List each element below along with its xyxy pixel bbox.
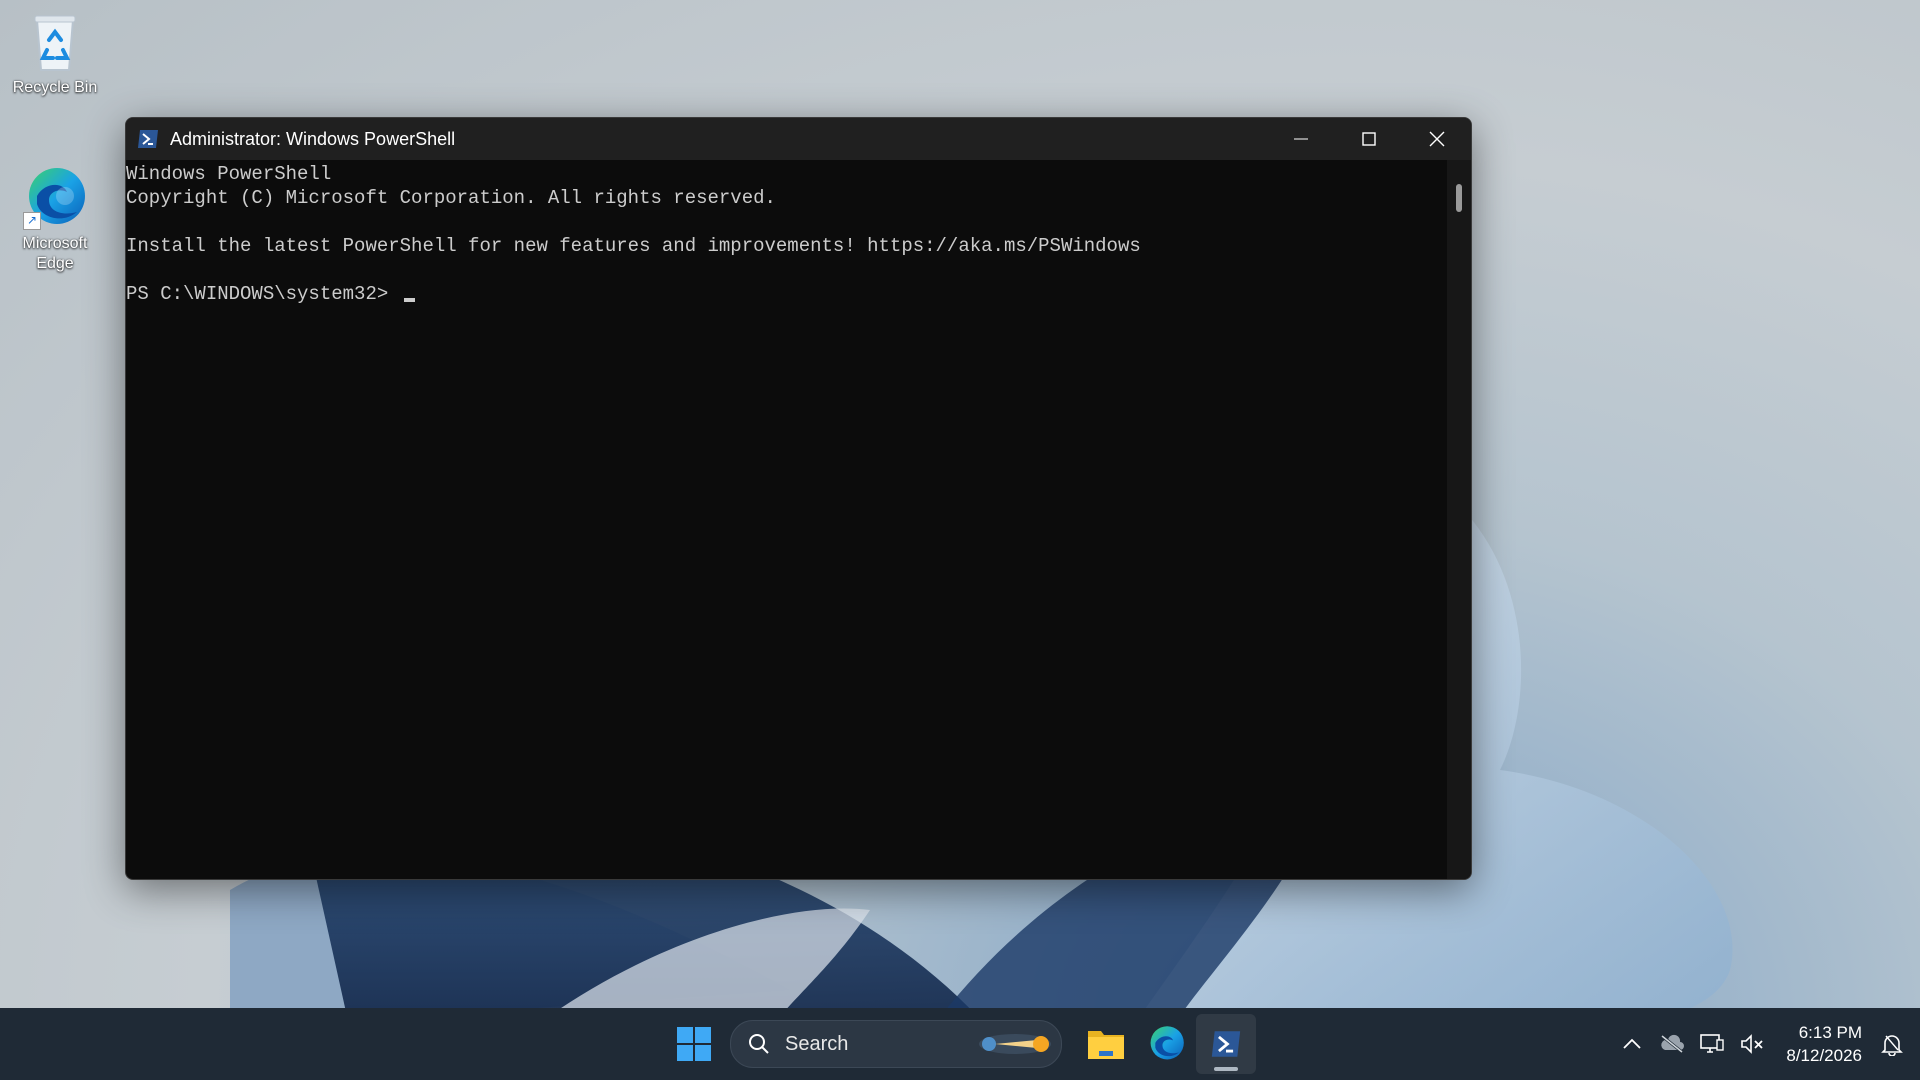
title-bar[interactable]: Administrator: Windows PowerShell [126, 118, 1471, 160]
prompt-line[interactable]: PS C:\WINDOWS\system32> [126, 282, 1447, 306]
window-title: Administrator: Windows PowerShell [170, 128, 456, 149]
search-icon [749, 1034, 769, 1054]
file-explorer-icon [1088, 1031, 1124, 1059]
chevron-up-icon [1623, 1038, 1641, 1049]
volume-button[interactable] [1734, 1026, 1770, 1062]
close-icon [1429, 131, 1445, 147]
search-box[interactable]: Search [730, 1020, 1062, 1068]
console-line: Windows PowerShell [126, 163, 332, 185]
onedrive-offline-icon [1661, 1034, 1685, 1054]
minimize-button[interactable] [1267, 118, 1335, 160]
powershell-icon [1211, 1031, 1241, 1057]
close-button[interactable] [1403, 118, 1471, 160]
edge-icon [1150, 1026, 1184, 1060]
recycle-bin-icon [23, 10, 87, 74]
system-tray: 6:13 PM 8/12/2026 [1612, 1008, 1920, 1080]
powershell-window[interactable]: Administrator: Windows PowerShell Window… [125, 117, 1472, 880]
start-icon [677, 1027, 711, 1061]
start-button[interactable] [664, 1014, 724, 1074]
show-hidden-icons-button[interactable] [1614, 1026, 1650, 1062]
maximize-button[interactable] [1335, 118, 1403, 160]
console-output[interactable]: Windows PowerShell Copyright (C) Microso… [126, 160, 1447, 879]
powershell-taskbar-button[interactable] [1196, 1014, 1256, 1074]
recycle-bin-desktop-icon[interactable]: Recycle Bin [7, 10, 103, 98]
recycle-bin-label: Recycle Bin [12, 79, 98, 96]
clock-time: 6:13 PM [1798, 1023, 1862, 1042]
edge-desktop-label: Microsoft Edge [22, 235, 88, 272]
taskbar-center: Search [664, 1008, 1256, 1080]
search-highlight-icon [979, 1034, 1051, 1054]
file-explorer-button[interactable] [1076, 1014, 1136, 1074]
search-placeholder: Search [785, 1032, 849, 1055]
powershell-icon [138, 130, 158, 148]
edge-icon: ↗ [23, 166, 87, 230]
notifications-button[interactable] [1874, 1026, 1910, 1062]
console-line: Install the latest PowerShell for new fe… [126, 235, 1141, 257]
minimize-icon [1294, 138, 1308, 140]
console-line: Copyright (C) Microsoft Corporation. All… [126, 187, 776, 209]
clock[interactable]: 6:13 PM 8/12/2026 [1786, 1021, 1862, 1067]
edge-desktop-icon[interactable]: ↗ Microsoft Edge [7, 166, 103, 274]
edge-taskbar-button[interactable] [1136, 1014, 1196, 1074]
maximize-icon [1362, 132, 1376, 146]
prompt-text: PS C:\WINDOWS\system32> [126, 283, 400, 305]
volume-muted-icon [1741, 1034, 1763, 1054]
scrollbar[interactable] [1447, 160, 1471, 879]
text-cursor [403, 298, 415, 302]
taskbar: Search 6:13 PM 8/12/2026 [0, 1008, 1920, 1080]
network-button[interactable] [1694, 1026, 1730, 1062]
network-icon [1700, 1034, 1725, 1053]
scrollbar-thumb[interactable] [1456, 184, 1462, 212]
shortcut-arrow-icon: ↗ [23, 212, 41, 230]
notification-bell-icon [1881, 1035, 1903, 1056]
onedrive-button[interactable] [1654, 1026, 1690, 1062]
clock-date: 8/12/2026 [1786, 1046, 1862, 1065]
